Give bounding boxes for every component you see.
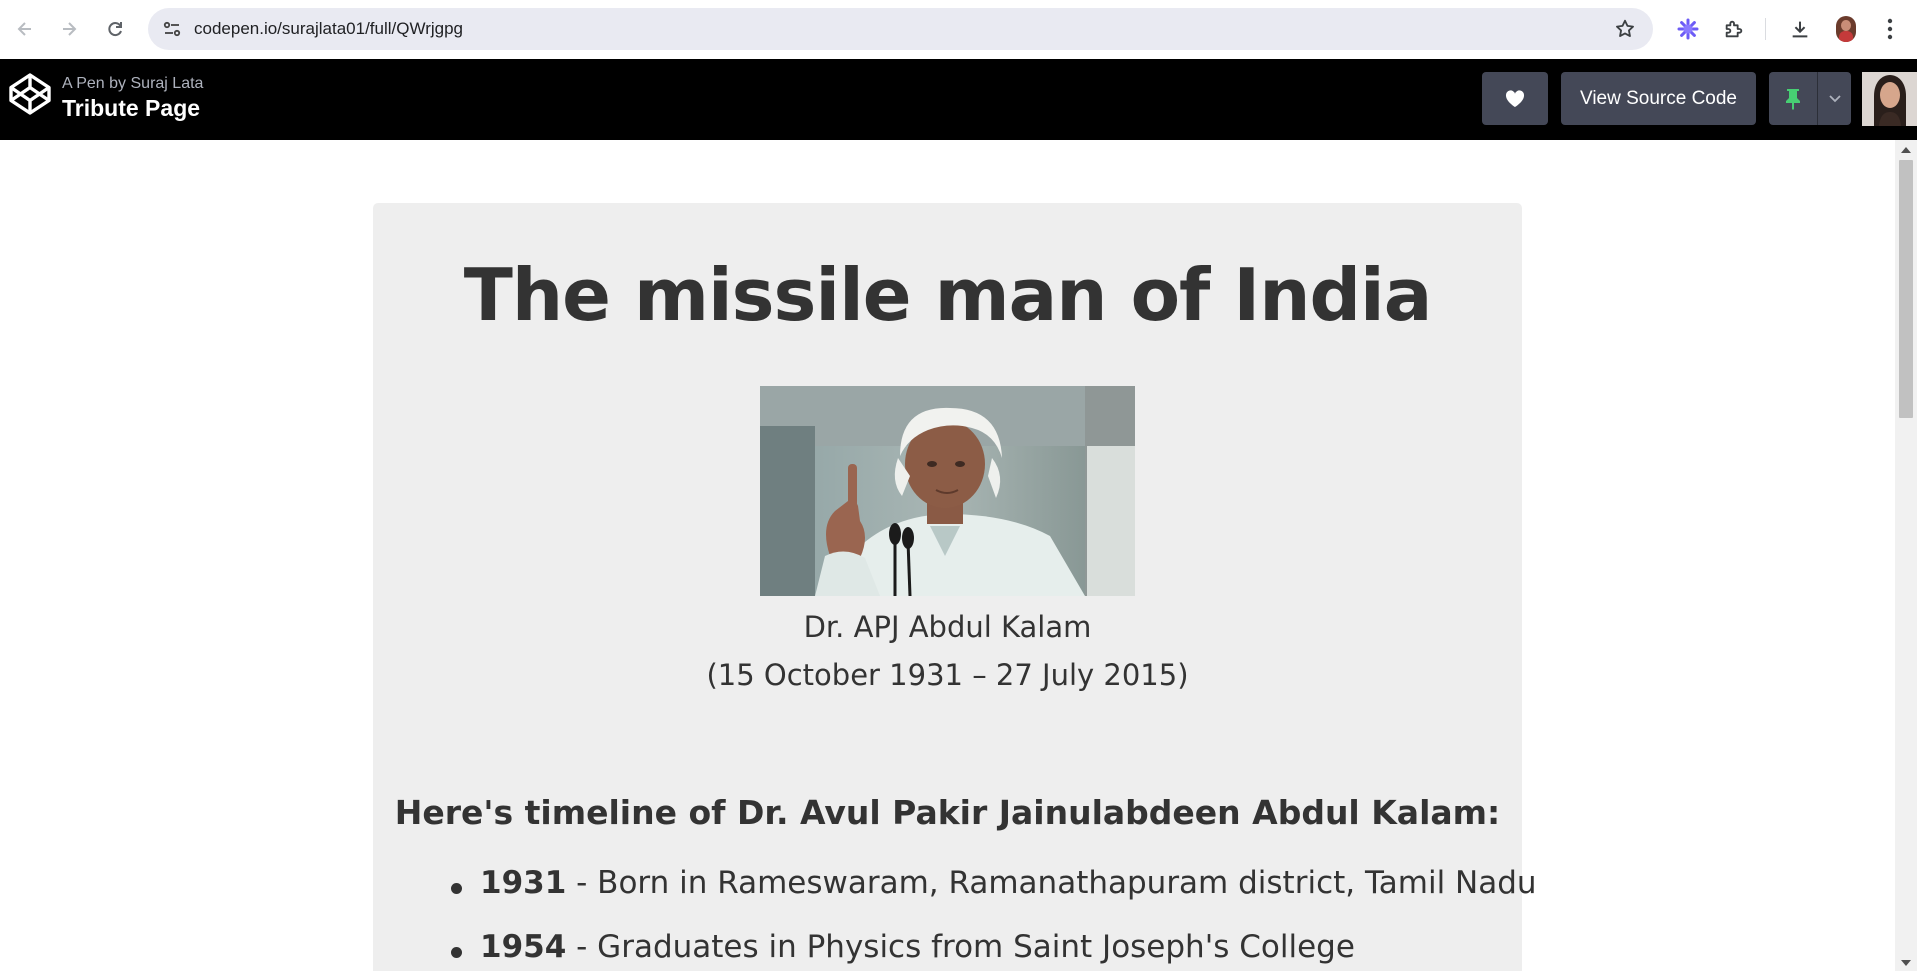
site-info-icon[interactable] — [160, 17, 184, 41]
scroll-down-arrow-icon[interactable] — [1901, 960, 1911, 966]
forward-button[interactable] — [52, 12, 86, 46]
browser-toolbar: codepen.io/surajlata01/full/QWrjgpg — [0, 0, 1917, 59]
portrait-caption-name: Dr. APJ Abdul Kalam — [803, 610, 1092, 644]
tribute-card: The missile man of India Dr. APJ Abdul K… — [373, 203, 1537, 971]
scroll-thumb[interactable] — [1899, 160, 1913, 418]
more-vert-icon[interactable] — [1874, 13, 1906, 45]
extension-colorful-icon[interactable] — [1672, 13, 1704, 45]
reload-button[interactable] — [98, 12, 132, 46]
user-avatar[interactable] — [1862, 72, 1917, 126]
pen-preview: The missile man of India Dr. APJ Abdul K… — [0, 140, 1895, 971]
back-button[interactable] — [8, 12, 42, 46]
forward-arrow-icon — [63, 22, 77, 36]
codepen-logo-icon[interactable] — [7, 71, 53, 117]
portrait-caption-dates: (15 October 1931 – 27 July 2015) — [706, 658, 1189, 692]
timeline-text: - Born in Rameswaram, Ramanathapuram dis… — [566, 865, 1537, 901]
url-text[interactable]: codepen.io/surajlata01/full/QWrjgpg — [194, 19, 463, 39]
timeline-heading: Here's timeline of Dr. Avul Pakir Jainul… — [394, 793, 1501, 832]
back-arrow-icon — [17, 22, 31, 36]
bullet-icon — [451, 947, 462, 958]
toolbar-separator — [1765, 18, 1766, 40]
view-source-button[interactable]: View Source Code — [1561, 72, 1756, 125]
codepen-header: A Pen by Suraj Lata Tribute Page View So… — [0, 59, 1917, 140]
timeline-list: 1931 - Born in Rameswaram, Ramanathapura… — [373, 865, 1537, 971]
download-icon[interactable] — [1784, 13, 1816, 45]
page-title: The missile man of India — [463, 253, 1433, 337]
profile-avatar-icon[interactable] — [1836, 16, 1856, 42]
reload-icon — [108, 22, 122, 37]
address-bar[interactable]: codepen.io/surajlata01/full/QWrjgpg — [148, 8, 1653, 50]
extensions-puzzle-icon[interactable] — [1718, 13, 1750, 45]
pin-button[interactable] — [1769, 72, 1817, 125]
pen-title: Tribute Page — [62, 95, 201, 121]
pen-byline[interactable]: A Pen by Suraj Lata — [62, 75, 203, 93]
timeline-year: 1954 — [480, 929, 567, 965]
timeline-item: 1931 - Born in Rameswaram, Ramanathapura… — [373, 865, 1537, 929]
scroll-up-arrow-icon[interactable] — [1901, 147, 1911, 153]
chevron-down-icon — [1828, 94, 1841, 102]
kalam-portrait-image — [760, 386, 1135, 596]
timeline-year: 1931 — [480, 865, 567, 901]
bookmark-star-icon[interactable] — [1613, 17, 1637, 41]
pin-icon — [1786, 88, 1800, 110]
vertical-scrollbar[interactable] — [1895, 140, 1917, 971]
pin-dropdown-button[interactable] — [1818, 72, 1851, 125]
timeline-item: 1954 - Graduates in Physics from Saint J… — [373, 929, 1522, 971]
like-button[interactable] — [1482, 72, 1548, 125]
timeline-text: - Graduates in Physics from Saint Joseph… — [566, 929, 1355, 965]
bullet-icon — [451, 883, 462, 894]
heart-icon — [1505, 89, 1525, 107]
